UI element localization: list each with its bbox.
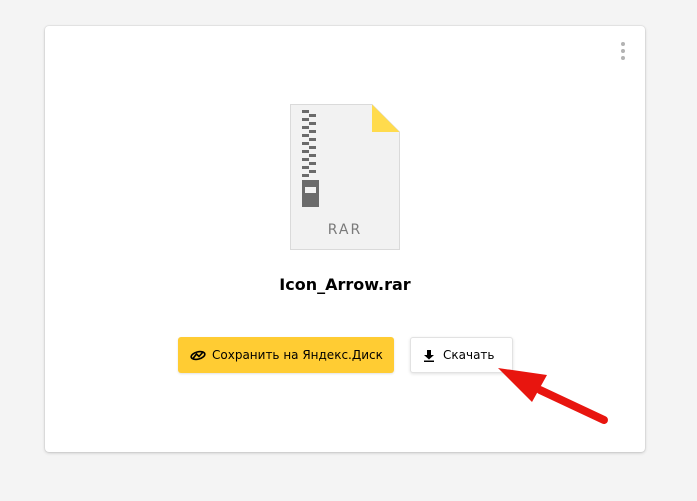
archive-file-icon: RAR (290, 104, 400, 250)
file-name: Icon_Arrow.rar (279, 275, 411, 294)
folded-corner (372, 104, 400, 132)
download-button[interactable]: Скачать (410, 337, 513, 373)
download-label: Скачать (443, 348, 495, 362)
save-to-disk-label: Сохранить на Яндекс.Диск (212, 348, 383, 362)
more-vertical-icon[interactable] (617, 41, 629, 61)
save-to-disk-button[interactable]: Сохранить на Яндекс.Диск (178, 337, 394, 373)
file-extension-label: RAR (327, 222, 363, 238)
yandex-disk-icon (190, 348, 206, 362)
file-preview-card: RAR Icon_Arrow.rar Сохранить на Яндекс.Д… (45, 26, 645, 452)
download-icon (423, 349, 435, 362)
